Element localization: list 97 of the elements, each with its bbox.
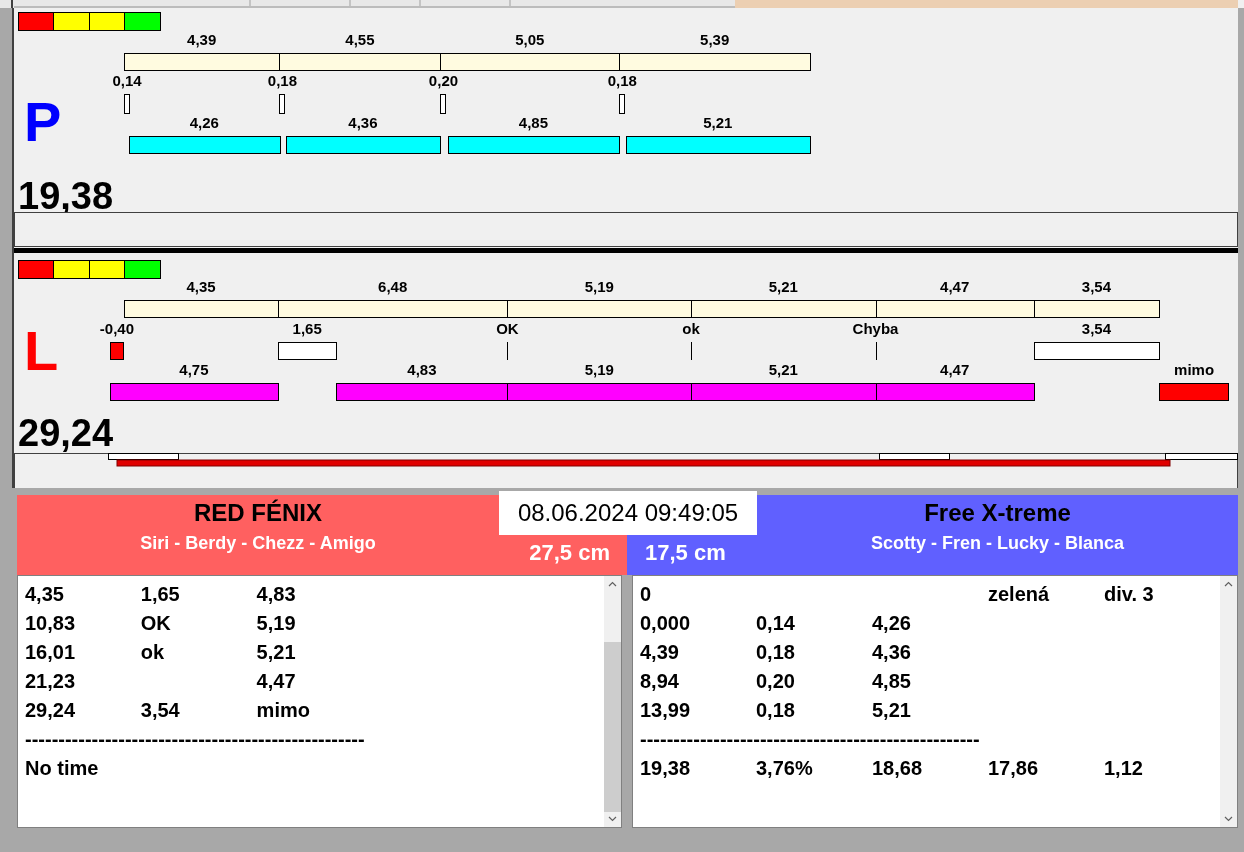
date-time: 08.06.2024 09:49:05 [499, 491, 757, 535]
gap-marker [440, 94, 447, 114]
segment-value: 5,19 [584, 278, 614, 296]
gap-marker [109, 342, 124, 360]
result-cell: 4,39 [640, 641, 679, 663]
result-cell: 5,21 [256, 641, 296, 663]
result-cell: 13,99 [640, 699, 691, 721]
result-cell: 16,01 [25, 641, 76, 663]
gap-marker [124, 94, 130, 114]
result-cell: ok [140, 641, 165, 663]
result-cell: 8,94 [640, 670, 679, 692]
result-cell: 5,19 [256, 612, 296, 634]
segment-value: 4,55 [345, 31, 375, 49]
result-cell: 3,54 [140, 699, 180, 721]
run-value: 4,83 [407, 361, 437, 379]
gap-tick [507, 342, 509, 360]
result-cell: 0,18 [756, 699, 795, 721]
result-cell: 29,24 [25, 699, 76, 721]
team-members: Siri - Berdy - Chezz - Amigo [140, 532, 376, 555]
result-cell: 5,21 [872, 699, 911, 721]
result-cell: 4,35 [25, 583, 64, 605]
segment-value: 4,39 [187, 31, 217, 49]
gap-value: -0,40 [99, 320, 134, 338]
result-cell: mimo [256, 699, 310, 721]
run-value: 5,19 [584, 361, 614, 379]
scroll-down-icon[interactable] [1224, 816, 1233, 822]
result-cell: OK [140, 612, 171, 634]
segment-value: 5,05 [515, 31, 545, 49]
run-value: 5,21 [768, 361, 798, 379]
gap-value: Chyba [852, 320, 899, 338]
gap-marker [279, 94, 286, 114]
gap-value: 0,18 [607, 72, 637, 90]
result-cell: zelená [988, 583, 1050, 605]
team-length: 27,5 cm [529, 539, 610, 567]
result-cell: 0,14 [756, 612, 795, 634]
signal-lights-icon [18, 12, 161, 31]
scroll-down-icon[interactable] [608, 816, 617, 822]
gap-box [278, 342, 338, 360]
result-cell: 1,65 [140, 583, 180, 605]
run-value: 4,47 [940, 361, 970, 379]
result-cell: div. 3 [1104, 583, 1154, 605]
lane-letter: P [24, 94, 62, 150]
result-cell: 19,38 [640, 757, 691, 779]
scrollbar[interactable] [1220, 576, 1237, 827]
lane-total: 29,24 [18, 413, 114, 453]
team-length: 17,5 cm [645, 539, 726, 567]
team-name: RED FÉNIX [194, 498, 322, 528]
run-value: 4,36 [348, 114, 378, 132]
segment-value: 4,35 [186, 278, 216, 296]
out-value: mimo [1174, 361, 1215, 379]
gap-value: 3,54 [1081, 320, 1112, 338]
segment-value: 6,48 [378, 278, 408, 296]
gap-value: 0,14 [112, 72, 142, 90]
segment-value: 5,21 [768, 278, 798, 296]
out-bar [1159, 383, 1230, 401]
lane-total: 19,38 [18, 176, 114, 216]
run-value: 4,26 [189, 114, 219, 132]
gap-marker [619, 94, 626, 114]
result-cell: 4,47 [256, 670, 296, 692]
team-members: Scotty - Fren - Lucky - Blanca [870, 532, 1125, 555]
separator-text: --------------------------------------------------- [640, 727, 981, 752]
scroll-up-icon[interactable] [608, 581, 617, 587]
gap-tick [691, 342, 693, 360]
segment-value: 4,47 [940, 278, 970, 296]
result-cell: 4,83 [256, 583, 296, 605]
run-value: 4,85 [518, 114, 548, 132]
separator-text: --------------------------------------------------- [25, 727, 366, 752]
scroll-thumb[interactable] [604, 642, 621, 812]
gap-value: ok [682, 320, 700, 338]
team-name: Free X-treme [924, 498, 1071, 528]
result-cell: 0,20 [756, 670, 795, 692]
scrollbar[interactable] [604, 576, 621, 827]
run-value: 4,75 [179, 361, 209, 379]
signal-lights-icon [18, 260, 161, 279]
gap-value: 0,20 [428, 72, 459, 90]
result-cell: 4,36 [872, 641, 911, 663]
gap-value: 0,18 [267, 72, 297, 90]
result-cell: 10,83 [25, 612, 76, 634]
result-cell: 3,76% [756, 757, 813, 779]
result-cell: 4,26 [872, 612, 911, 634]
lane-letter: L [24, 323, 59, 379]
result-cell: 0,18 [756, 641, 795, 663]
segment-value: 3,54 [1081, 278, 1112, 296]
gap-value: OK [496, 320, 519, 338]
result-cell: 17,86 [988, 757, 1039, 779]
result-cell: 18,68 [872, 757, 923, 779]
result-cell: No time [25, 757, 99, 779]
result-cell: 0,000 [640, 612, 691, 634]
gap-tick [875, 342, 877, 360]
result-cell: 1,12 [1104, 757, 1143, 779]
gap-value: 1,65 [292, 320, 322, 338]
result-cell: 0 [640, 583, 652, 605]
segment-value: 5,39 [700, 31, 730, 49]
result-cell: 21,23 [25, 670, 76, 692]
run-value: 5,21 [703, 114, 733, 132]
scroll-up-icon[interactable] [1224, 581, 1233, 587]
result-cell: 4,85 [872, 670, 911, 692]
